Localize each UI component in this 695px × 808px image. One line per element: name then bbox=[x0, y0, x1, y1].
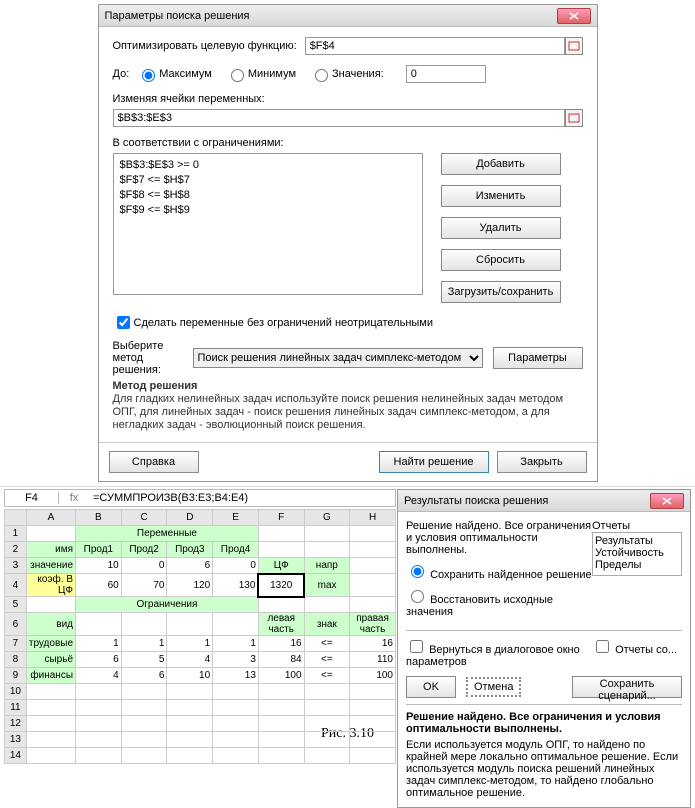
delete-button[interactable]: Удалить bbox=[441, 217, 561, 239]
fx-icon[interactable]: fx bbox=[59, 492, 89, 504]
method-header: Метод решения bbox=[113, 380, 198, 392]
objective-label: Оптимизировать целевую функцию: bbox=[113, 40, 297, 52]
close-icon[interactable] bbox=[557, 8, 591, 24]
params-button[interactable]: Параметры bbox=[493, 347, 583, 369]
radio-max[interactable]: Максимум bbox=[137, 66, 212, 82]
method-select[interactable]: Поиск решения линейных задач симплекс-ме… bbox=[193, 348, 483, 368]
constraint-row[interactable]: $B$3:$E$3 >= 0 bbox=[120, 158, 416, 173]
to-label: До: bbox=[113, 68, 130, 80]
close-button[interactable]: Закрыть bbox=[497, 451, 587, 473]
change-button[interactable]: Изменить bbox=[441, 185, 561, 207]
restore-radio[interactable]: Восстановить исходные значения bbox=[406, 587, 592, 618]
value-input[interactable] bbox=[406, 65, 486, 83]
loadsave-button[interactable]: Загрузить/сохранить bbox=[441, 281, 561, 303]
results-found-text: Решение найдено. Все ограничения и услов… bbox=[406, 520, 592, 556]
save-scenario-button[interactable]: Сохранить сценарий... bbox=[572, 676, 682, 698]
radio-value[interactable]: Значения: bbox=[310, 66, 384, 82]
results-note: Если используется модуль ОПГ, то найдено… bbox=[406, 739, 682, 799]
help-button[interactable]: Справка bbox=[109, 451, 199, 473]
solve-button[interactable]: Найти решение bbox=[379, 451, 489, 473]
nonneg-checkbox[interactable]: Сделать переменные без ограничений неотр… bbox=[113, 313, 583, 332]
constraints-listbox[interactable]: $B$3:$E$3 >= 0 $F$7 <= $H$7 $F$8 <= $H$8… bbox=[113, 153, 423, 295]
selected-cell: 1320 bbox=[258, 574, 304, 597]
titlebar: Параметры поиска решения bbox=[99, 5, 597, 27]
method-label: Выберите метод решения: bbox=[113, 340, 183, 376]
keep-radio[interactable]: Сохранить найденное решение bbox=[406, 562, 592, 581]
results-window: Результаты поиска решения Решение найден… bbox=[397, 489, 691, 808]
name-box[interactable]: F4 bbox=[5, 492, 59, 504]
constraint-row[interactable]: $F$9 <= $H$9 bbox=[120, 203, 416, 218]
results-bold-summary: Решение найдено. Все ограничения и услов… bbox=[406, 711, 682, 735]
reports-label: Отчеты bbox=[592, 520, 682, 532]
constraints-label: В соответствии с ограничениями: bbox=[113, 137, 284, 149]
ok-button[interactable]: OK bbox=[406, 676, 456, 698]
constraint-row[interactable]: $F$8 <= $H$8 bbox=[120, 188, 416, 203]
grid[interactable]: ABCDEFGH 1Переменные 2имяПрод1Прод2Прод3… bbox=[4, 509, 396, 764]
changing-input[interactable] bbox=[113, 109, 565, 127]
add-button[interactable]: Добавить bbox=[441, 153, 561, 175]
objective-input[interactable] bbox=[305, 37, 565, 55]
window-title: Параметры поиска решения bbox=[105, 10, 553, 22]
formula-bar[interactable]: =СУММПРОИЗВ(B3:E3;B4:E4) bbox=[89, 492, 395, 504]
reset-button[interactable]: Сбросить bbox=[441, 249, 561, 271]
solver-parameters-window: Параметры поиска решения Оптимизировать … bbox=[98, 4, 598, 482]
constraint-row[interactable]: $F$7 <= $H$7 bbox=[120, 173, 416, 188]
changing-label: Изменяя ячейки переменных: bbox=[113, 93, 265, 105]
out-reports-checkbox[interactable]: Отчеты со... bbox=[592, 637, 682, 668]
cancel-button[interactable]: Отмена bbox=[466, 677, 521, 697]
return-dlg-checkbox[interactable]: Вернуться в диалоговое окно параметров bbox=[406, 637, 592, 668]
to-radiogroup: До: Максимум Минимум Значения: bbox=[113, 65, 583, 83]
close-icon[interactable] bbox=[650, 493, 684, 509]
range-picker-icon[interactable] bbox=[565, 37, 583, 55]
method-description: Для гладких нелинейных задач используйте… bbox=[113, 393, 564, 431]
reports-listbox[interactable]: Результаты Устойчивость Пределы bbox=[592, 532, 682, 576]
range-picker-icon[interactable] bbox=[565, 109, 583, 127]
radio-min[interactable]: Минимум bbox=[226, 66, 296, 82]
results-title: Результаты поиска решения bbox=[404, 495, 646, 507]
spreadsheet: F4 fx =СУММПРОИЗВ(B3:E3;B4:E4) ABCDEFGH … bbox=[4, 489, 396, 764]
